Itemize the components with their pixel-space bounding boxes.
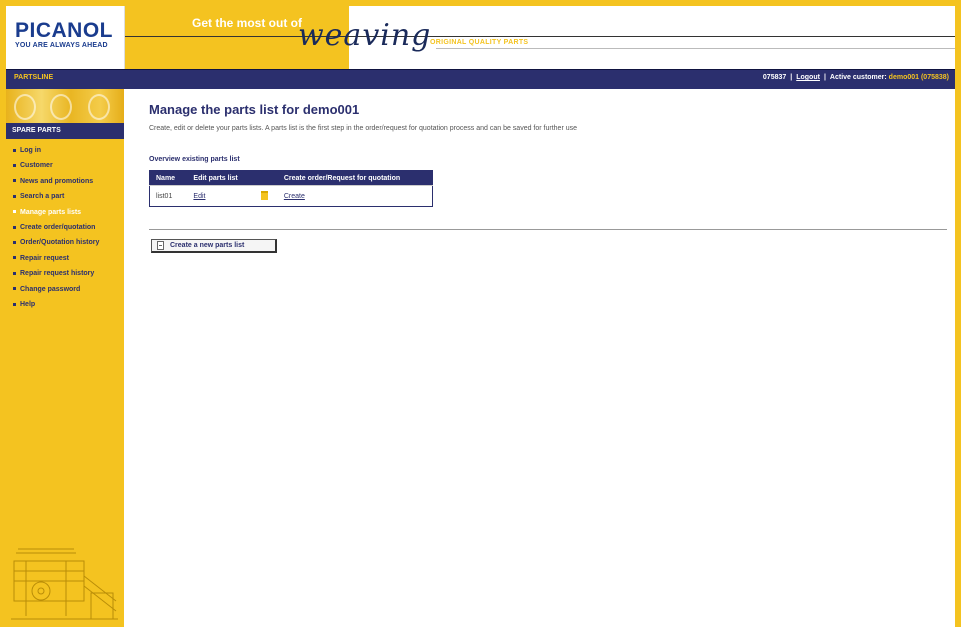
banner-headline: Get the most out of [192,16,302,30]
banner-script: weaving [298,18,432,53]
edit-link[interactable]: Edit [193,193,205,200]
trash-icon[interactable] [261,190,269,200]
sidebar-item-manage-parts-lists[interactable]: Manage parts lists [6,209,124,224]
bullet-icon [13,194,16,198]
sidebar: SPARE PARTS Log in Customer News and pro… [6,89,124,627]
decorative-swirl-icon [88,94,110,120]
sidebar-item-create-order[interactable]: Create order/quotation [6,224,124,239]
create-new-parts-list-button[interactable]: Create a new parts list [151,239,277,253]
nav-separator: | [823,74,826,81]
bullet-icon [13,210,16,214]
logo-tagline: YOU ARE ALWAYS AHEAD [15,42,108,49]
sidebar-photo-strip [6,89,124,123]
parts-list-name: list01 [149,185,188,207]
parts-lists-table: Name Edit parts list Create order/Reques… [149,170,433,207]
column-header-edit: Edit parts list [187,170,256,186]
banner-tagline: ORIGINAL QUALITY PARTS [430,39,529,46]
bullet-icon [13,302,16,306]
delete-cell [255,185,278,207]
banner-rule-secondary [436,48,955,49]
edit-cell: Edit [187,185,256,207]
sidebar-item-label: Change password [20,285,81,293]
logo-word: PICANOL [15,19,113,42]
sidebar-item-news[interactable]: News and promotions [6,178,124,193]
loom-icon [6,531,124,627]
customer-id: 075837 [762,74,787,81]
sidebar-item-repair-request[interactable]: Repair request [6,255,124,270]
sidebar-item-label: Manage parts lists [20,208,82,216]
picanol-logo[interactable]: PICANOL YOU ARE ALWAYS AHEAD [6,6,125,69]
logout-link[interactable]: Logout [796,74,820,81]
overview-label: Overview existing parts list [149,156,240,163]
sidebar-heading-label: SPARE PARTS [12,127,61,134]
sidebar-item-label: Create order/quotation [20,223,96,231]
nav-separator: | [790,74,793,81]
sidebar-item-label: Repair request [20,254,70,262]
content-divider [149,229,947,230]
sidebar-item-label: Search a part [20,193,65,201]
site-header: PICANOL YOU ARE ALWAYS AHEAD Get the mos… [6,6,955,69]
sidebar-item-customer[interactable]: Customer [6,162,124,177]
sidebar-item-label: Help [20,300,36,308]
bullet-icon [13,179,16,183]
sidebar-item-label: Customer [20,162,53,170]
nav-brand: PARTSLINE [14,74,54,81]
column-header-delete [255,170,278,186]
bullet-icon [13,148,16,152]
bullet-icon [13,287,16,291]
page-intro: Create, edit or delete your parts lists.… [149,125,578,132]
banner-rule [125,36,955,37]
column-header-name: Name [149,170,188,186]
browser-frame: PICANOL YOU ARE ALWAYS AHEAD Get the mos… [0,0,961,627]
decorative-swirl-icon [50,94,72,120]
column-header-create: Create order/Request for quotation [277,170,433,186]
active-customer-value: demo001 (075838) [888,74,949,81]
create-cell: Create [277,185,433,207]
top-nav-bar: PARTSLINE 075837 | Logout | Active customer:… [6,69,955,89]
table-header-row: Name Edit parts list Create order/Reques… [149,170,433,186]
create-new-parts-list-label: Create a new parts list [170,242,245,249]
create-link[interactable]: Create [284,193,305,200]
sidebar-item-log-in[interactable]: Log in [6,147,124,162]
sidebar-item-label: Log in [20,147,41,154]
active-customer-label: Active customer: [829,74,887,81]
decorative-swirl-icon [14,94,36,120]
sidebar-heading: SPARE PARTS [6,123,124,139]
sidebar-menu: Log in Customer News and promotions Sear… [6,147,124,316]
nav-user-info: 075837 | Logout | Active customer: demo001 (… [763,74,949,81]
sidebar-item-label: Repair request history [20,270,95,278]
bullet-icon [13,164,16,168]
table-row: list01 Edit Create [149,185,433,207]
bullet-icon [13,241,16,244]
bullet-icon [13,256,16,260]
bullet-icon [13,271,16,275]
page-title: Manage the parts list for demo001 [149,102,360,117]
sidebar-item-repair-history[interactable]: Repair request history [6,270,124,285]
sidebar-item-label: News and promotions [20,177,94,185]
sidebar-item-help[interactable]: Help [6,301,124,316]
sidebar-item-search-part[interactable]: Search a part [6,193,124,208]
sidebar-item-label: Order/Quotation history [20,239,100,247]
bullet-icon [13,225,16,229]
sidebar-item-change-password[interactable]: Change password [6,286,124,301]
sidebar-item-order-history[interactable]: Order/Quotation history [6,239,124,254]
loom-machine-illustration [6,531,124,627]
new-document-icon [157,241,164,250]
